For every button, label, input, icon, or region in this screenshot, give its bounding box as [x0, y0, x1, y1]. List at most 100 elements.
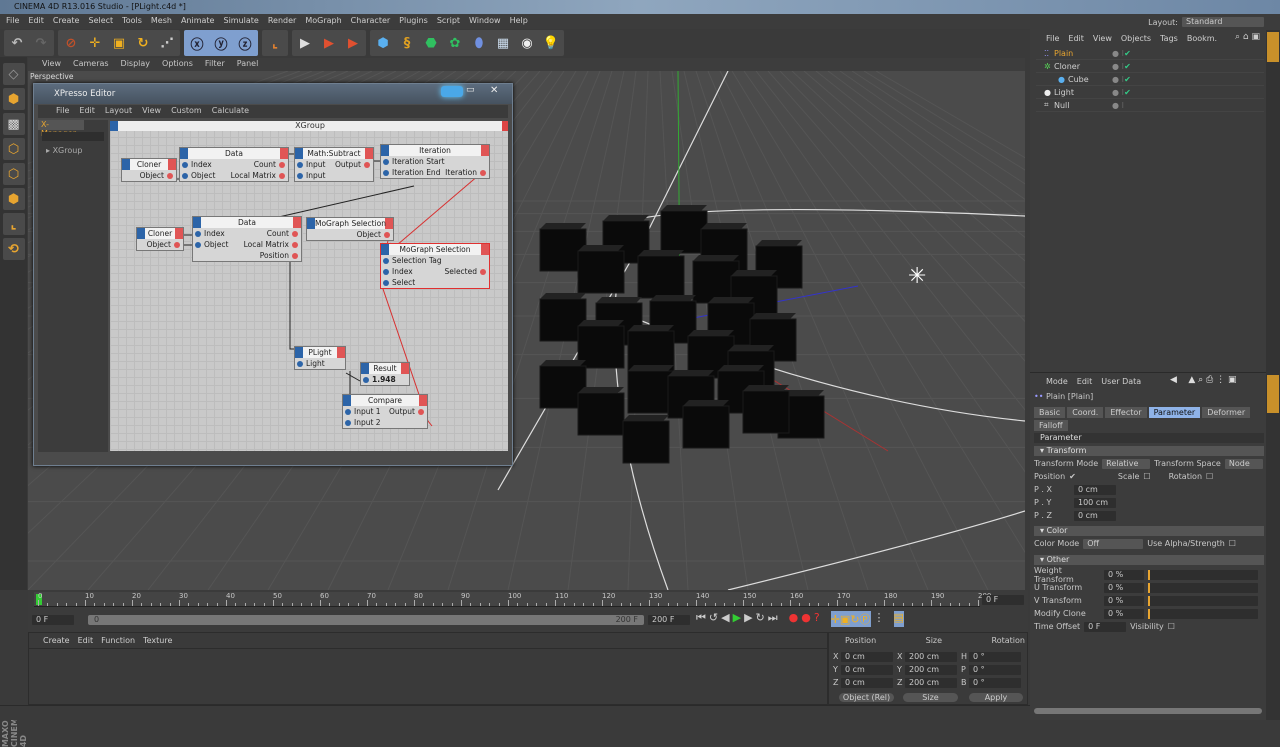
tab-falloff[interactable]: Falloff — [1034, 420, 1068, 431]
xpresso-menu-layout[interactable]: Layout — [105, 106, 132, 117]
axis-mode-icon[interactable]: ⌞ — [2, 213, 25, 235]
transform-mode-dropdown[interactable]: Relative — [1102, 458, 1151, 469]
tab-coord[interactable]: Coord. — [1067, 407, 1104, 418]
floor-icon[interactable]: ▦ — [492, 32, 514, 54]
autokey-icon[interactable]: ● — [801, 611, 811, 627]
port-out[interactable]: Position — [260, 250, 298, 261]
node-mograph-selection-1[interactable]: MoGraph Selection Object — [306, 217, 394, 241]
live-select-icon[interactable]: ⊘ — [60, 32, 82, 54]
texture-mode-icon[interactable]: ▩ — [2, 113, 25, 135]
transform-space-dropdown[interactable]: Node — [1224, 458, 1263, 469]
y-axis-icon[interactable]: ⓨ — [210, 32, 232, 54]
port-in[interactable]: Index — [195, 228, 225, 239]
node-data-1[interactable]: Data Index Count Object Local Matrix — [179, 147, 289, 182]
port-in[interactable]: Input 2 — [345, 417, 381, 428]
node-data-2[interactable]: Data Index Count Object Local Matrix Posit… — [192, 216, 302, 262]
camera-icon[interactable]: ◉ — [516, 32, 538, 54]
material-menu-create[interactable]: Create — [43, 636, 70, 645]
x-manager-search[interactable] — [42, 132, 104, 141]
end-frame-field[interactable]: 200 F — [648, 615, 690, 625]
render-settings-icon[interactable]: ▶ — [342, 32, 364, 54]
enabled-check-icon[interactable]: ✔ — [1124, 75, 1131, 84]
nav-back-icon[interactable]: ◀ ▲ ⌕ ⎙ ⋮ ▣ — [1170, 375, 1236, 385]
percent-field[interactable]: 0 % — [1104, 595, 1144, 606]
om-menu-file[interactable]: File — [1046, 34, 1059, 43]
timeline-icon[interactable]: ▤ — [893, 611, 904, 627]
om-menu-objects[interactable]: Objects — [1121, 34, 1151, 43]
node-iteration[interactable]: Iteration Iteration Start Iteration End I… — [380, 144, 490, 179]
key-position-icon[interactable]: ✛▣↻Ⓟ — [830, 611, 871, 627]
cube-icon[interactable]: ⬢ — [372, 32, 394, 54]
material-menu-edit[interactable]: Edit — [78, 636, 94, 645]
use-alpha-checkbox[interactable]: ☐ — [1229, 539, 1236, 548]
slider-handle[interactable] — [1148, 569, 1150, 580]
port-in[interactable]: Index — [182, 159, 212, 170]
tweak-mode-icon[interactable]: ⟲ — [2, 238, 25, 260]
viewport-menu-cameras[interactable]: Cameras — [73, 59, 109, 70]
xpresso-menu-view[interactable]: View — [142, 106, 161, 117]
next-frame-icon[interactable]: ▶ — [744, 611, 752, 627]
maximize-button[interactable]: ▭ — [466, 85, 475, 95]
port-out[interactable]: Count — [267, 228, 298, 239]
prev-key-icon[interactable]: ↺ — [709, 611, 718, 627]
visibility-dots-icon[interactable]: ● ⁝ — [1112, 62, 1124, 71]
nurbs-icon[interactable]: ⬣ — [420, 32, 442, 54]
menu-select[interactable]: Select — [88, 16, 113, 27]
xpresso-menu-calculate[interactable]: Calculate — [212, 106, 249, 117]
play-icon[interactable]: ▶ — [733, 611, 741, 627]
enabled-check-icon[interactable]: ✔ — [1124, 62, 1131, 71]
node-math-subtract[interactable]: Math:Subtract Input Output Input — [294, 147, 374, 182]
keyframe-selection-icon[interactable]: ? — [814, 611, 820, 627]
render-view-icon[interactable]: ▶ — [294, 32, 316, 54]
scale-icon[interactable]: ▣ — [108, 32, 130, 54]
node-canvas[interactable]: XGroup Cloner Object Data Index Count Obje… — [110, 121, 508, 451]
array-icon[interactable]: ✿ — [444, 32, 466, 54]
coord-field[interactable]: 0 ° — [969, 665, 1021, 675]
port-in[interactable]: Iteration Start — [383, 156, 445, 167]
polygons-mode-icon[interactable]: ⬢ — [2, 188, 25, 210]
menu-script[interactable]: Script — [437, 16, 460, 27]
menu-help[interactable]: Help — [510, 16, 528, 27]
model-mode-icon[interactable]: ⬢ — [2, 88, 25, 110]
node-result[interactable]: Result 1.948 — [360, 362, 410, 386]
close-button[interactable]: ✕ — [490, 85, 498, 96]
undo-icon[interactable]: ↶ — [6, 32, 28, 54]
coord-field[interactable]: 200 cm — [905, 652, 957, 662]
key-pla-icon[interactable]: ⋮ — [874, 611, 885, 627]
object-row-null[interactable]: ⌗ Null ● ⁝ — [1036, 99, 1264, 112]
enabled-check-icon[interactable]: ✔ — [1124, 88, 1131, 97]
range-slider[interactable]: 0 200 F — [88, 615, 644, 625]
visibility-dots-icon[interactable]: ● ⁝ — [1112, 75, 1124, 84]
record-icon[interactable]: ● — [789, 611, 799, 627]
slider-handle[interactable] — [1148, 582, 1150, 593]
port-in[interactable]: Select — [383, 277, 415, 288]
menu-plugins[interactable]: Plugins — [399, 16, 428, 27]
menu-window[interactable]: Window — [469, 16, 501, 27]
menu-mograph[interactable]: MoGraph — [305, 16, 341, 27]
am-menu-user-data[interactable]: User Data — [1101, 377, 1141, 386]
enabled-check-icon[interactable]: ✔ — [1124, 49, 1131, 58]
om-menu-view[interactable]: View — [1093, 34, 1112, 43]
points-mode-icon[interactable]: ⬡ — [2, 138, 25, 160]
redo-icon[interactable]: ↷ — [30, 32, 52, 54]
menu-animate[interactable]: Animate — [181, 16, 215, 27]
coord-field[interactable]: 0 cm — [841, 678, 893, 688]
object-row-plain[interactable]: ⁚⁚ Plain ● ⁝ ✔ — [1036, 47, 1264, 60]
search-icon[interactable]: ⌕ ⌂ ▣ — [1235, 32, 1260, 42]
size-mode-dropdown[interactable]: Size — [903, 693, 958, 702]
light-icon[interactable]: 💡 — [540, 32, 562, 54]
coord-field[interactable]: 200 cm — [905, 665, 957, 675]
menu-tools[interactable]: Tools — [122, 16, 142, 27]
object-row-cloner[interactable]: ✲ Cloner ● ⁝ ✔ — [1036, 60, 1264, 73]
edges-mode-icon[interactable]: ⬡ — [2, 163, 25, 185]
object-row-cube[interactable]: ● Cube ● ⁝ ✔ — [1036, 73, 1264, 86]
layout-dropdown[interactable]: Standard — [1182, 17, 1264, 27]
apply-button[interactable]: Apply — [969, 693, 1023, 702]
menu-create[interactable]: Create — [53, 16, 80, 27]
visibility-dots-icon[interactable]: ● ⁝ — [1112, 101, 1124, 110]
current-frame-field[interactable]: 0 F — [982, 595, 1024, 605]
port-in[interactable]: Input — [297, 159, 325, 170]
am-menu-edit[interactable]: Edit — [1077, 377, 1093, 386]
xpresso-menu-edit[interactable]: Edit — [79, 106, 95, 117]
z-axis-icon[interactable]: ⓩ — [234, 32, 256, 54]
